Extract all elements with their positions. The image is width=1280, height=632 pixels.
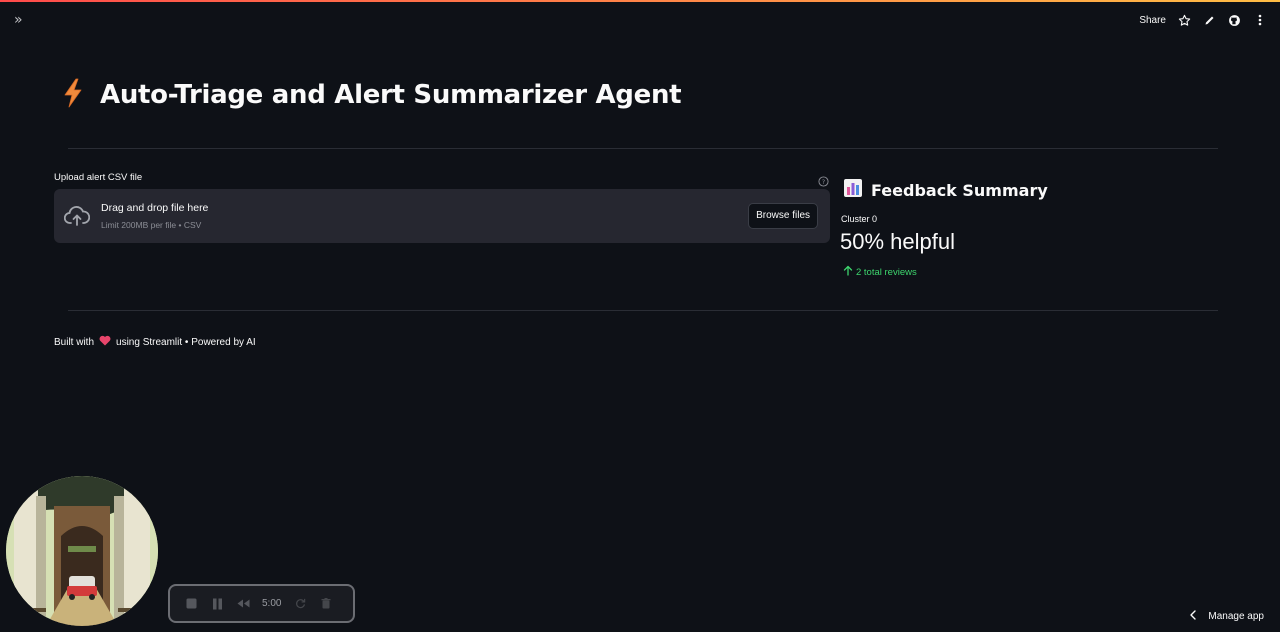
feedback-summary-title: Feedback Summary <box>871 180 1048 200</box>
screen-recorder-controls: 5:00 <box>168 584 355 623</box>
dropzone-limit-text: Limit 200MB per file • CSV <box>101 220 202 230</box>
recording-timer: 5:00 <box>262 598 282 609</box>
restart-icon[interactable] <box>293 597 307 611</box>
divider-bottom <box>68 310 1218 311</box>
manage-app-label: Manage app <box>1208 611 1264 622</box>
manage-app-button[interactable]: Manage app <box>1190 610 1264 623</box>
footer-built-with: Built with <box>54 336 95 348</box>
dropzone-instructions: Drag and drop file here <box>101 202 209 214</box>
github-icon[interactable] <box>1228 14 1241 27</box>
sidebar-expand-icon[interactable]: » <box>14 12 30 28</box>
file-dropzone[interactable]: Drag and drop file here Limit 200MB per … <box>54 189 830 243</box>
webcam-overlay <box>6 476 158 626</box>
share-button[interactable]: Share <box>1139 15 1166 26</box>
divider-top <box>68 148 1218 149</box>
edit-icon[interactable] <box>1203 14 1216 27</box>
page-title-row: Auto-Triage and Alert Summarizer Agent <box>62 78 682 112</box>
metric-label: Cluster 0 <box>841 214 878 224</box>
rewind-icon[interactable] <box>236 597 250 611</box>
bar-chart-icon <box>843 178 863 202</box>
app-toolbar: Share <box>1139 11 1266 29</box>
feedback-header: Feedback Summary <box>843 178 1048 202</box>
footer-text: using Streamlit • Powered by AI <box>116 336 256 348</box>
star-icon[interactable] <box>1178 14 1191 27</box>
more-vertical-icon[interactable] <box>1253 14 1266 27</box>
metric-value: 50% helpful <box>840 229 955 254</box>
cloud-upload-icon <box>63 205 91 227</box>
browse-files-button[interactable]: Browse files <box>748 203 818 229</box>
footer: Built with using Streamlit • Powered by … <box>54 335 256 349</box>
chevron-left-icon <box>1190 610 1197 623</box>
heart-icon <box>99 335 111 349</box>
top-decoration-bar <box>0 0 1280 2</box>
trash-icon[interactable] <box>319 597 333 611</box>
arrow-up-icon <box>843 265 853 279</box>
pause-icon[interactable] <box>210 597 224 611</box>
page-title: Auto-Triage and Alert Summarizer Agent <box>100 80 682 110</box>
help-icon[interactable]: ? <box>818 172 829 187</box>
metric-delta: 2 total reviews <box>843 265 917 279</box>
svg-text:?: ? <box>822 178 825 186</box>
stop-icon[interactable] <box>184 597 198 611</box>
metric-delta-text: 2 total reviews <box>856 266 917 278</box>
uploader-label: Upload alert CSV file <box>54 172 143 183</box>
lightning-icon <box>62 78 84 112</box>
